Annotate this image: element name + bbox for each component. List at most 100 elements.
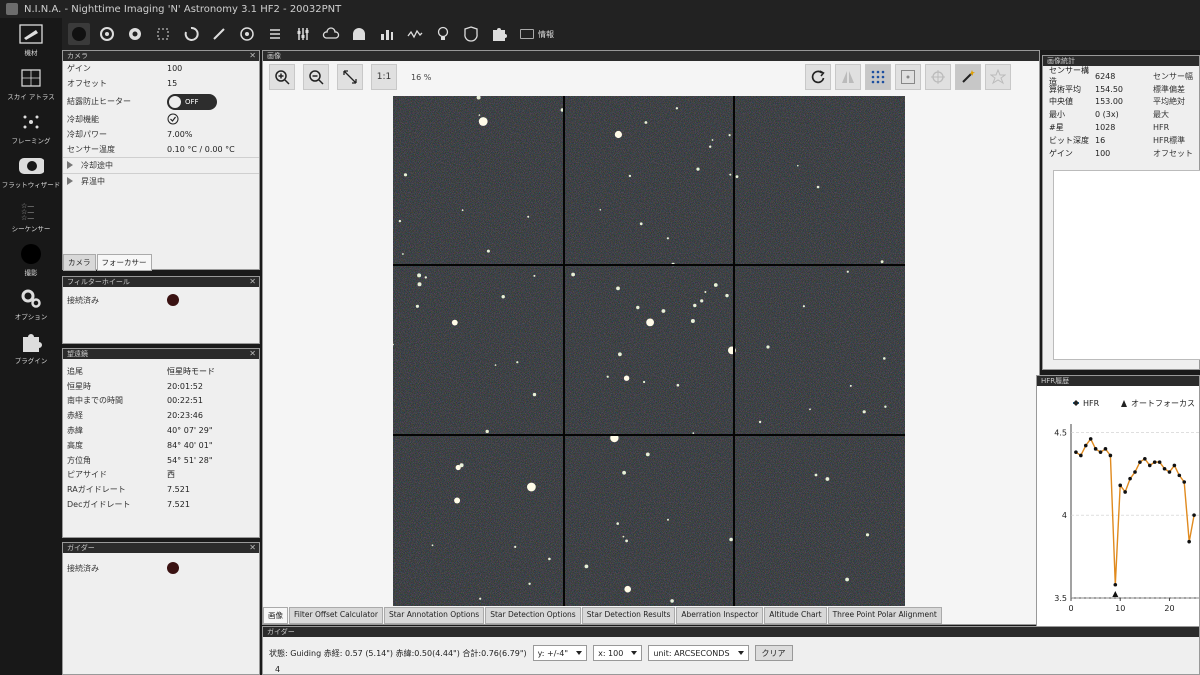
tab-focuser[interactable]: フォーカサー (96, 254, 152, 271)
favorite-button[interactable] (985, 64, 1011, 90)
hfr-point (1103, 447, 1108, 451)
nav-options[interactable]: オプション (0, 282, 62, 326)
camera-gain-row: ゲイン 100 (67, 63, 183, 73)
hfr-point (1113, 582, 1118, 587)
tab-star-detection-results[interactable]: Star Detection Results (581, 607, 676, 624)
close-icon[interactable]: ✕ (249, 349, 256, 359)
guider-controls: 状態: Guiding 赤経: 0.57 (5.14") 赤緯:0.50(4.4… (269, 645, 793, 661)
light-button[interactable] (432, 23, 454, 45)
zoom-in-button[interactable] (269, 64, 295, 90)
star (606, 375, 609, 378)
camera-button[interactable] (68, 23, 90, 45)
star (454, 497, 461, 504)
rotate-button[interactable] (805, 64, 831, 90)
stars-layer (393, 96, 887, 603)
tab-altitude-chart[interactable]: Altitude Chart (764, 607, 827, 624)
grid-line-v2 (733, 96, 735, 606)
svg-text:☆—: ☆— (21, 214, 34, 220)
dome-button[interactable] (348, 23, 370, 45)
tab-star-detection-options[interactable]: Star Detection Options (485, 607, 581, 624)
telescope-button[interactable] (180, 23, 202, 45)
sliders-button[interactable] (292, 23, 314, 45)
equipment-toolbar: 情報 (62, 18, 1200, 50)
star-detect-button[interactable] (865, 64, 891, 90)
guider-button[interactable] (208, 23, 230, 45)
star (478, 114, 481, 116)
hfr-button[interactable] (404, 23, 426, 45)
mirror-button[interactable] (835, 64, 861, 90)
star (533, 274, 536, 277)
star (599, 209, 602, 211)
x-scale-select[interactable]: x: 100 (593, 645, 643, 661)
star (478, 117, 488, 126)
dew-heater-toggle[interactable]: OFF (167, 93, 217, 110)
warming-expander[interactable]: 昇温中 (63, 172, 259, 189)
focuser-button[interactable] (124, 23, 146, 45)
unit-select[interactable]: unit: ARCSECONDS (648, 645, 749, 661)
switch-button[interactable] (236, 23, 258, 45)
star (628, 174, 632, 178)
hfr-point (1133, 470, 1137, 474)
close-icon[interactable]: ✕ (249, 51, 256, 61)
fit-button[interactable] (337, 64, 363, 90)
tab-image[interactable]: 画像 (263, 607, 288, 624)
magic-wand-button[interactable] (955, 64, 981, 90)
nav-flat-wizard[interactable]: フラットウィザード (0, 150, 62, 194)
nav-imaging[interactable]: 撮影 (0, 238, 62, 282)
close-icon[interactable]: ✕ (249, 543, 256, 553)
nav-sequencer[interactable]: ☆— ☆— ☆— シーケンサー (0, 194, 62, 238)
star (461, 209, 464, 212)
tab-polar-alignment[interactable]: Three Point Polar Alignment (827, 607, 942, 624)
bar-chart-icon (381, 30, 393, 40)
zoom-in-icon (275, 70, 290, 85)
star (816, 185, 820, 189)
pier-side-row: ピアサイド西 (67, 470, 175, 480)
cooling-expander[interactable]: 冷却途中 (63, 156, 259, 173)
tab-aberration-inspector[interactable]: Aberration Inspector (676, 607, 764, 624)
imaging-icon (18, 243, 44, 265)
zoom-out-button[interactable] (303, 64, 329, 90)
nav-equipment[interactable]: 機材 (0, 18, 62, 62)
hfr-point (1192, 513, 1196, 517)
hfr-point (1147, 463, 1152, 468)
star (725, 293, 729, 298)
nav-plugins[interactable]: プラグイン (0, 326, 62, 370)
star (667, 518, 669, 521)
crosshair-button[interactable] (925, 64, 951, 90)
flat-panel-button[interactable] (264, 23, 286, 45)
meridian-time-row: 南中までの時間 00:22:51 (67, 396, 203, 406)
star (862, 410, 866, 414)
star (622, 470, 626, 475)
plugin-button[interactable] (488, 23, 510, 45)
cooler-check-icon[interactable] (167, 113, 179, 127)
safety-button[interactable] (460, 23, 482, 45)
tab-camera[interactable]: カメラ (63, 254, 96, 271)
y-scale-select[interactable]: y: +/-4" (532, 645, 588, 661)
captured-image[interactable] (393, 96, 905, 606)
annotate-button[interactable] (895, 64, 921, 90)
tab-star-annotation[interactable]: Star Annotation Options (383, 607, 485, 624)
info-button[interactable]: 情報 (520, 29, 554, 40)
filter-wheel-button[interactable] (96, 23, 118, 45)
nav-framing[interactable]: フレーミング (0, 106, 62, 150)
tab-filter-offset[interactable]: Filter Offset Calculator (289, 607, 383, 624)
star (623, 375, 630, 381)
star (548, 557, 551, 561)
star (644, 121, 648, 124)
star (528, 582, 531, 585)
nav-sky-atlas[interactable]: スカイ アトラス (0, 62, 62, 106)
altitude-row: 高度 84° 40' 01" (67, 440, 213, 450)
rotator-button[interactable] (152, 23, 174, 45)
one-to-one-button[interactable]: 1:1 (371, 64, 397, 90)
star (825, 477, 830, 481)
star (696, 167, 700, 171)
chart-button[interactable] (376, 23, 398, 45)
close-icon[interactable]: ✕ (249, 277, 256, 287)
hfr-point (1123, 490, 1127, 494)
star (645, 452, 650, 457)
filter-wheel-panel: フィルターホイール ✕ 接続済み (62, 276, 260, 344)
weather-button[interactable] (320, 23, 342, 45)
clear-button[interactable]: クリア (754, 645, 793, 661)
hfr-point (1098, 450, 1103, 454)
flat-wizard-icon (18, 155, 44, 177)
